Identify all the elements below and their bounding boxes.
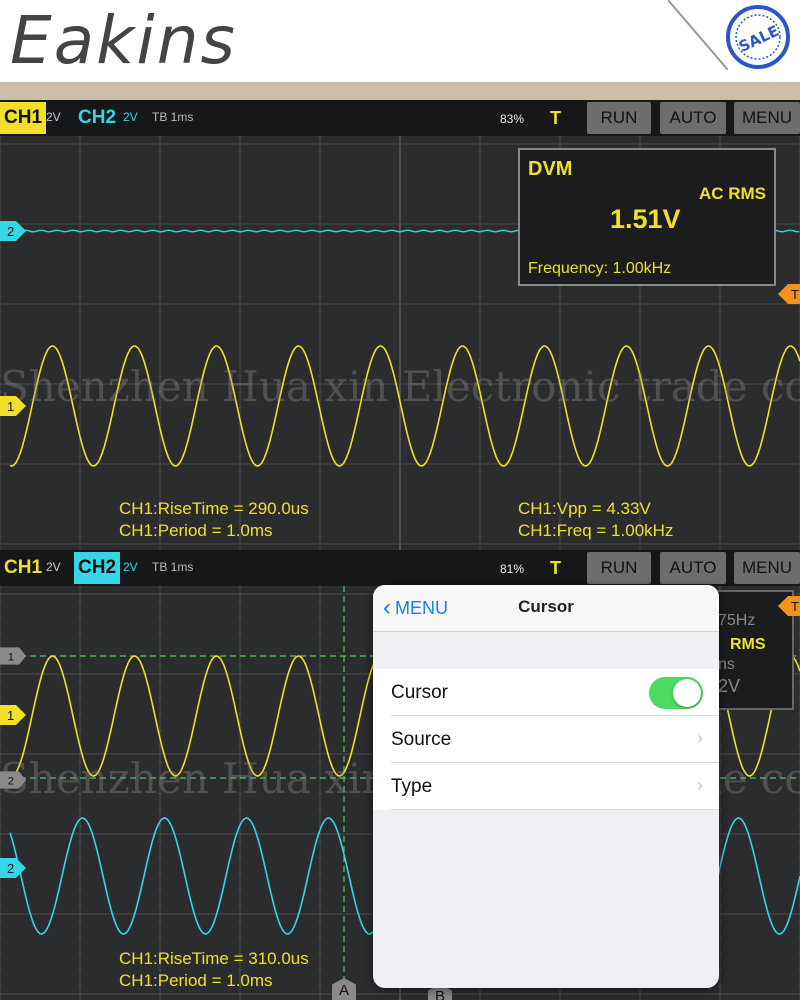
type-row-label: Type [391, 776, 433, 797]
measurement-period: CH1:Period = 1.0ms [119, 521, 273, 540]
ch2-button[interactable]: CH2 [74, 102, 120, 134]
cursor1-marker-label: 1 [8, 651, 14, 663]
cursor-toggle-switch[interactable] [649, 677, 703, 709]
trigger-indicator[interactable]: T [550, 558, 561, 579]
dvm-partial-line2: RMS [730, 636, 766, 653]
timebase-label[interactable]: TB 1ms [152, 560, 193, 574]
timebase-label[interactable]: TB 1ms [152, 110, 193, 124]
row-divider [391, 809, 719, 810]
ch1-level-marker[interactable]: 1 [0, 705, 26, 725]
top-toolbar: CH1 2V CH2 2V TB 1ms 83% T RUN AUTO MENU [0, 100, 800, 136]
ch2-level-marker[interactable]: 2 [0, 858, 26, 878]
toggle-knob [673, 679, 701, 707]
type-row[interactable]: Type › [373, 763, 719, 810]
sale-stamp-icon: SALE [726, 5, 790, 69]
menu-header: ‹ MENU Cursor [373, 585, 719, 632]
ch1-scale: 2V [46, 110, 61, 124]
cursor2-marker[interactable]: 2 [0, 770, 26, 790]
brand-name: Eakins [10, 2, 237, 79]
cursor-toggle-row[interactable]: Cursor [373, 669, 719, 716]
auto-button[interactable]: AUTO [660, 102, 726, 134]
measurement-period: CH1:Period = 1.0ms [119, 971, 273, 990]
measurement-freq: CH1:Freq = 1.00kHz [518, 521, 674, 540]
menu-button[interactable]: MENU [734, 102, 800, 134]
ch2-level-marker[interactable]: 2 [0, 221, 26, 241]
run-button[interactable]: RUN [587, 102, 651, 134]
dvm-partial-line1: 75Hz [718, 612, 756, 629]
trigger-indicator[interactable]: T [550, 108, 561, 129]
measurement-risetime: CH1:RiseTime = 290.0us [119, 499, 309, 518]
battery-percent: 81% [500, 562, 525, 576]
bottom-toolbar: CH1 2V CH2 2V TB 1ms 81% T RUN AUTO MENU [0, 550, 800, 586]
trigger-level-marker[interactable]: T [778, 596, 800, 616]
trigger-level-marker[interactable]: T [778, 284, 800, 304]
dvm-title: DVM [528, 158, 573, 180]
scope-panel-top: CH1 2V CH2 2V TB 1ms 83% T RUN AUTO MENU… [0, 100, 800, 550]
dvm-mode: AC RMS [698, 184, 766, 203]
ch1-trace [9, 345, 800, 467]
brand-header: Eakins SALE [0, 0, 800, 82]
battery-percent: 83% [500, 112, 525, 126]
ch2-button[interactable]: CH2 [74, 552, 121, 584]
decorative-line [668, 0, 728, 70]
brand-underbar [0, 82, 800, 100]
ch1-button[interactable]: CH1 [0, 102, 47, 134]
cursor2-marker-label: 2 [8, 775, 14, 787]
chevron-right-icon: › [697, 728, 703, 748]
dvm-partial-line4: 2V [718, 676, 741, 696]
ch2-scale: 2V [123, 560, 138, 574]
menu-title: Cursor [518, 597, 574, 616]
dvm-panel[interactable]: DVM AC RMS 1.51V Frequency: 1.00kHz [518, 148, 776, 286]
ch1-scale: 2V [46, 560, 61, 574]
ch2-marker-label: 2 [7, 224, 14, 239]
cursor1-marker[interactable]: 1 [0, 646, 26, 666]
source-row-label: Source [391, 729, 452, 750]
chevron-right-icon: › [697, 775, 703, 795]
trigger-marker-label: T [791, 599, 799, 614]
ch1-marker-label: 1 [7, 708, 14, 723]
cursor-row-label: Cursor [391, 682, 449, 703]
ch2-scale: 2V [123, 110, 138, 124]
ch2-marker-label: 2 [7, 861, 14, 876]
ch1-level-marker[interactable]: 1 [0, 396, 26, 416]
measurement-risetime: CH1:RiseTime = 310.0us [119, 949, 309, 968]
trigger-marker-label: T [791, 287, 799, 302]
ch1-button[interactable]: CH1 [0, 552, 46, 584]
dvm-value: 1.51V [610, 204, 681, 234]
run-button[interactable]: RUN [587, 552, 651, 584]
source-row[interactable]: Source › [373, 716, 719, 763]
dvm-frequency: Frequency: 1.00kHz [528, 260, 672, 277]
dvm-partial-line3: ns [718, 656, 735, 673]
ch1-marker-label: 1 [7, 399, 14, 414]
auto-button[interactable]: AUTO [660, 552, 726, 584]
measurement-vpp: CH1:Vpp = 4.33V [518, 499, 651, 518]
cursor-menu-popover: ‹ MENU Cursor Cursor Source › Type › [373, 585, 719, 988]
menu-button[interactable]: MENU [734, 552, 800, 584]
